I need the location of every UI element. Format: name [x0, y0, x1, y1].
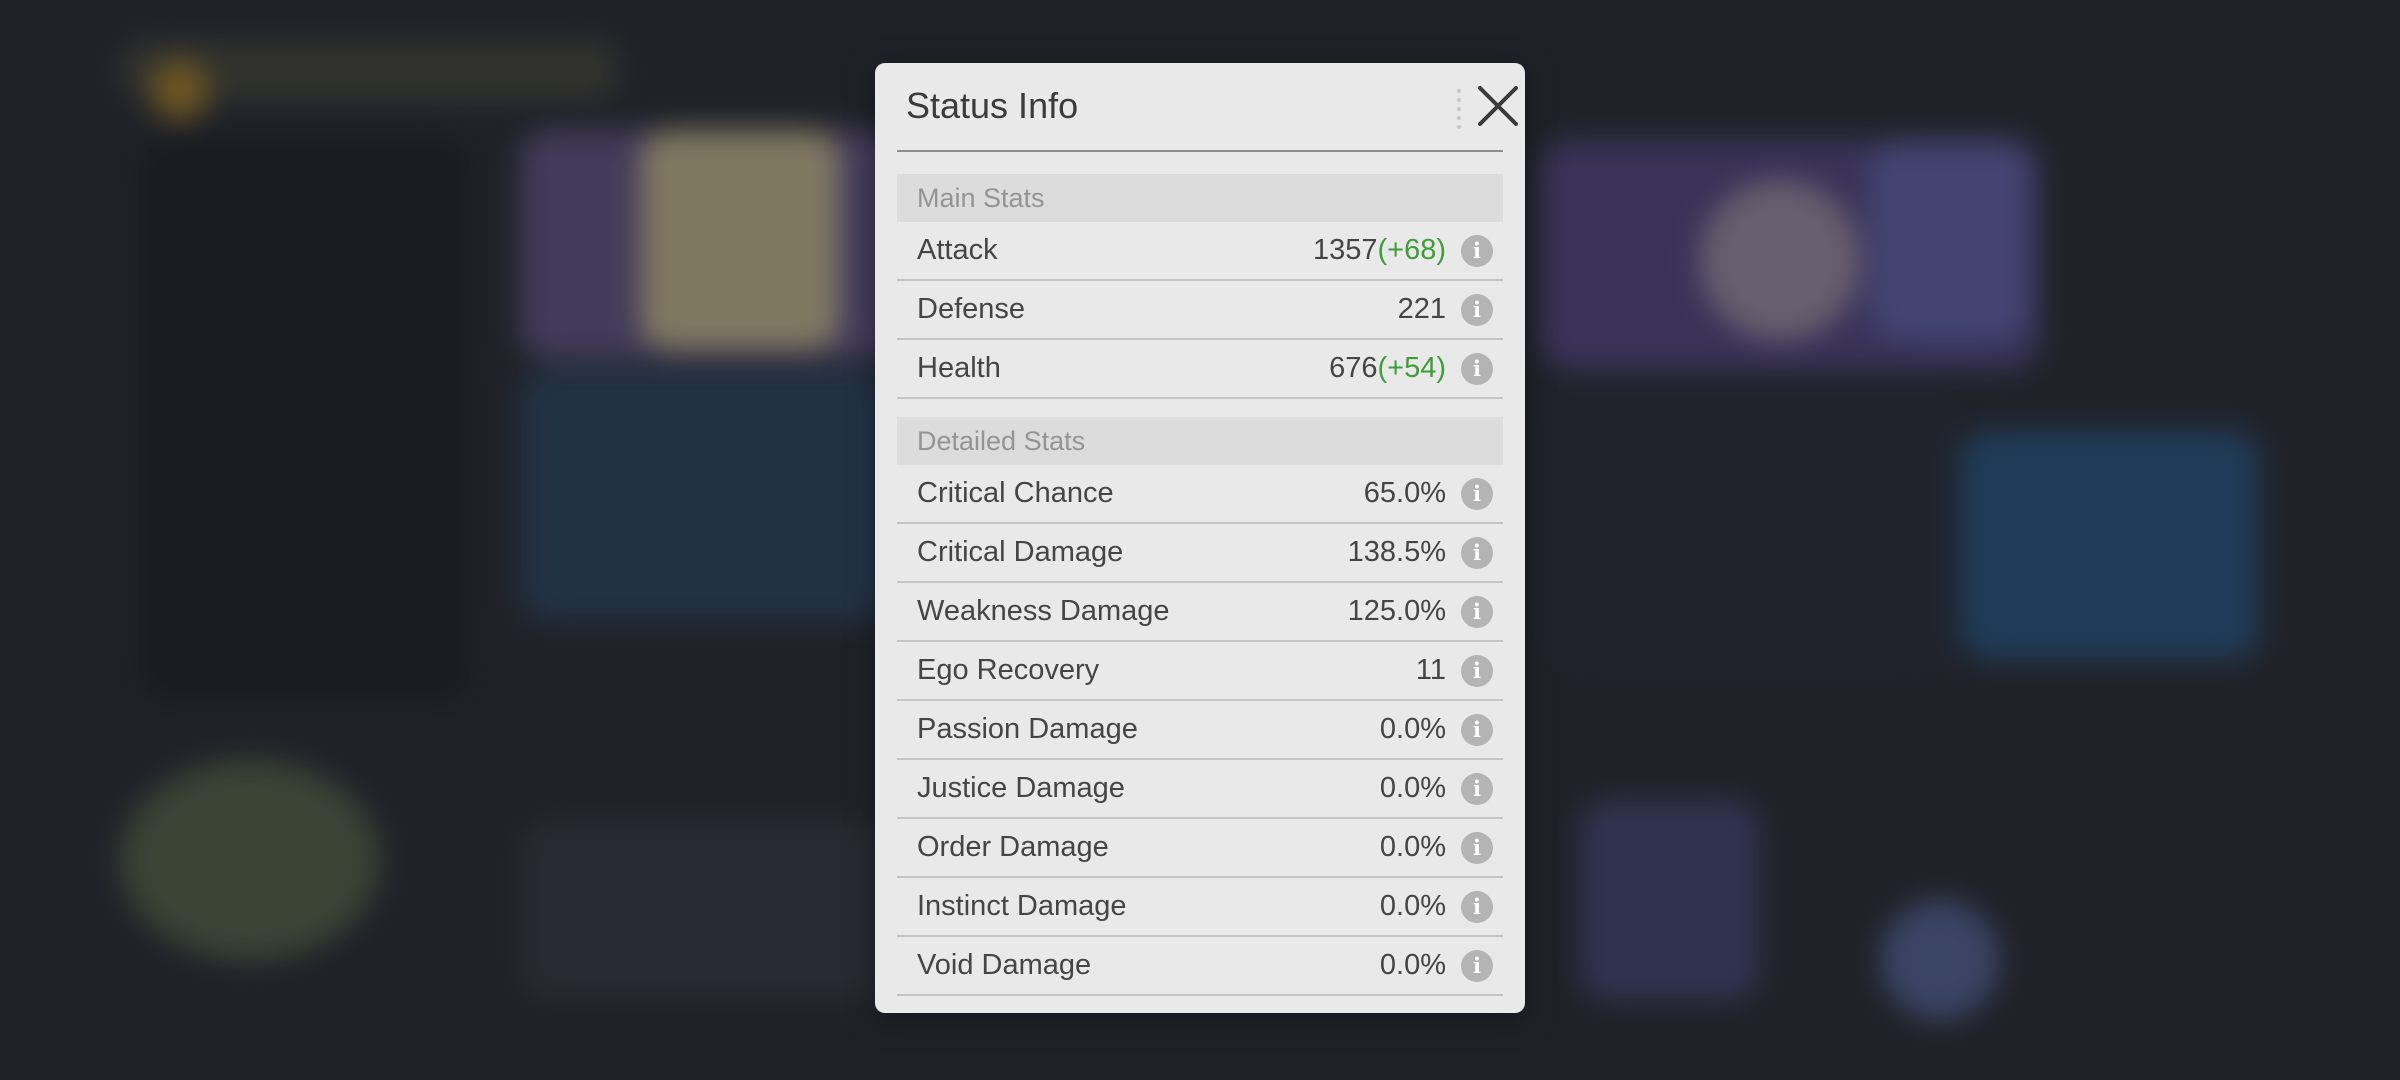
stat-base-value: 676 — [1329, 352, 1378, 384]
dialog-header: Status Info — [897, 63, 1518, 152]
dialog-title: Status Info — [906, 85, 1079, 126]
stat-value: 676(+54) — [1329, 340, 1446, 397]
stat-label: Order Damage — [917, 831, 1109, 863]
info-icon[interactable]: i — [1461, 714, 1493, 746]
stat-bonus-value: (+68) — [1377, 234, 1446, 266]
stat-value: 125.0% — [1348, 583, 1446, 640]
stat-base-value: 0.0% — [1379, 772, 1446, 804]
stat-value: 33.7% — [1364, 996, 1446, 1004]
stat-row-health: Health 676(+54) i — [897, 340, 1503, 399]
info-icon[interactable]: i — [1461, 891, 1493, 923]
stat-value: 0.0% — [1380, 760, 1446, 817]
stat-value: 0.0% — [1380, 937, 1446, 994]
stat-label: Critical Damage — [917, 536, 1124, 568]
stat-row-justice-damage: Justice Damage 0.0% i — [897, 760, 1503, 819]
info-icon[interactable]: i — [1461, 655, 1493, 687]
stat-label: Extra Damage — [917, 996, 1102, 1004]
stat-base-value: 0.0% — [1379, 831, 1446, 863]
stat-row-critical-chance: Critical Chance 65.0% i — [897, 465, 1503, 524]
stat-row-instinct-damage: Instinct Damage 0.0% i — [897, 878, 1503, 937]
stat-base-value: 125.0% — [1347, 595, 1446, 627]
stat-row-weakness-damage: Weakness Damage 125.0% i — [897, 583, 1503, 642]
stat-value: 65.0% — [1364, 465, 1446, 522]
info-icon[interactable]: i — [1461, 537, 1493, 569]
stat-label: Void Damage — [917, 949, 1092, 981]
info-icon[interactable]: i — [1461, 773, 1493, 805]
section-header-main-stats: Main Stats — [897, 174, 1503, 222]
stat-base-value: 11 — [1415, 654, 1446, 686]
close-button[interactable] — [1472, 80, 1524, 132]
drag-handle-icon — [1456, 89, 1462, 129]
stat-value: 221 — [1398, 281, 1446, 338]
info-icon[interactable]: i — [1461, 596, 1493, 628]
close-icon — [1478, 86, 1518, 126]
info-icon[interactable]: i — [1461, 478, 1493, 510]
stat-row-ego-recovery: Ego Recovery 11 i — [897, 642, 1503, 701]
stat-value: 138.5% — [1348, 524, 1446, 581]
stat-label: Critical Chance — [917, 477, 1114, 509]
stat-label: Passion Damage — [917, 713, 1138, 745]
info-icon[interactable]: i — [1461, 950, 1493, 982]
stat-row-critical-damage: Critical Damage 138.5% i — [897, 524, 1503, 583]
stats-list[interactable]: Main Stats Attack 1357(+68) i Defense 221 i He… — [897, 174, 1503, 1004]
stat-row-passion-damage: Passion Damage 0.0% i — [897, 701, 1503, 760]
stat-label: Defense — [917, 293, 1026, 325]
stat-base-value: 138.5% — [1347, 536, 1446, 568]
stat-base-value: 0.0% — [1379, 949, 1446, 981]
info-icon[interactable]: i — [1461, 353, 1493, 385]
stat-row-void-damage: Void Damage 0.0% i — [897, 937, 1503, 996]
stat-value: 0.0% — [1380, 701, 1446, 758]
stat-base-value: 1357 — [1312, 234, 1378, 266]
info-icon[interactable]: i — [1461, 235, 1493, 267]
stat-label: Ego Recovery — [917, 654, 1100, 686]
stat-row-defense: Defense 221 i — [897, 281, 1503, 340]
stat-row-extra-damage: Extra Damage33.7%i — [897, 996, 1503, 1004]
section-header-detailed-stats: Detailed Stats — [897, 417, 1503, 465]
info-icon[interactable]: i — [1461, 294, 1493, 326]
stat-base-value: 0.0% — [1379, 713, 1446, 745]
stat-label: Instinct Damage — [917, 890, 1127, 922]
stat-value: 11 — [1416, 642, 1446, 699]
status-info-dialog: Status Info Main Stats Attack 1357(+68) i D… — [875, 63, 1525, 1013]
stat-value: 1357(+68) — [1313, 222, 1446, 279]
stat-base-value: 0.0% — [1379, 890, 1446, 922]
stat-label: Justice Damage — [917, 772, 1125, 804]
stat-label: Attack — [917, 234, 998, 266]
stat-label: Weakness Damage — [917, 595, 1170, 627]
stat-value: 0.0% — [1380, 819, 1446, 876]
stat-base-value: 221 — [1397, 293, 1446, 325]
stat-bonus-value: (+54) — [1377, 352, 1446, 384]
stat-label: Health — [917, 352, 1001, 384]
info-icon[interactable]: i — [1461, 832, 1493, 864]
stat-row-order-damage: Order Damage 0.0% i — [897, 819, 1503, 878]
stat-base-value: 65.0% — [1363, 477, 1446, 509]
stat-value: 0.0% — [1380, 878, 1446, 935]
stat-row-attack: Attack 1357(+68) i — [897, 222, 1503, 281]
